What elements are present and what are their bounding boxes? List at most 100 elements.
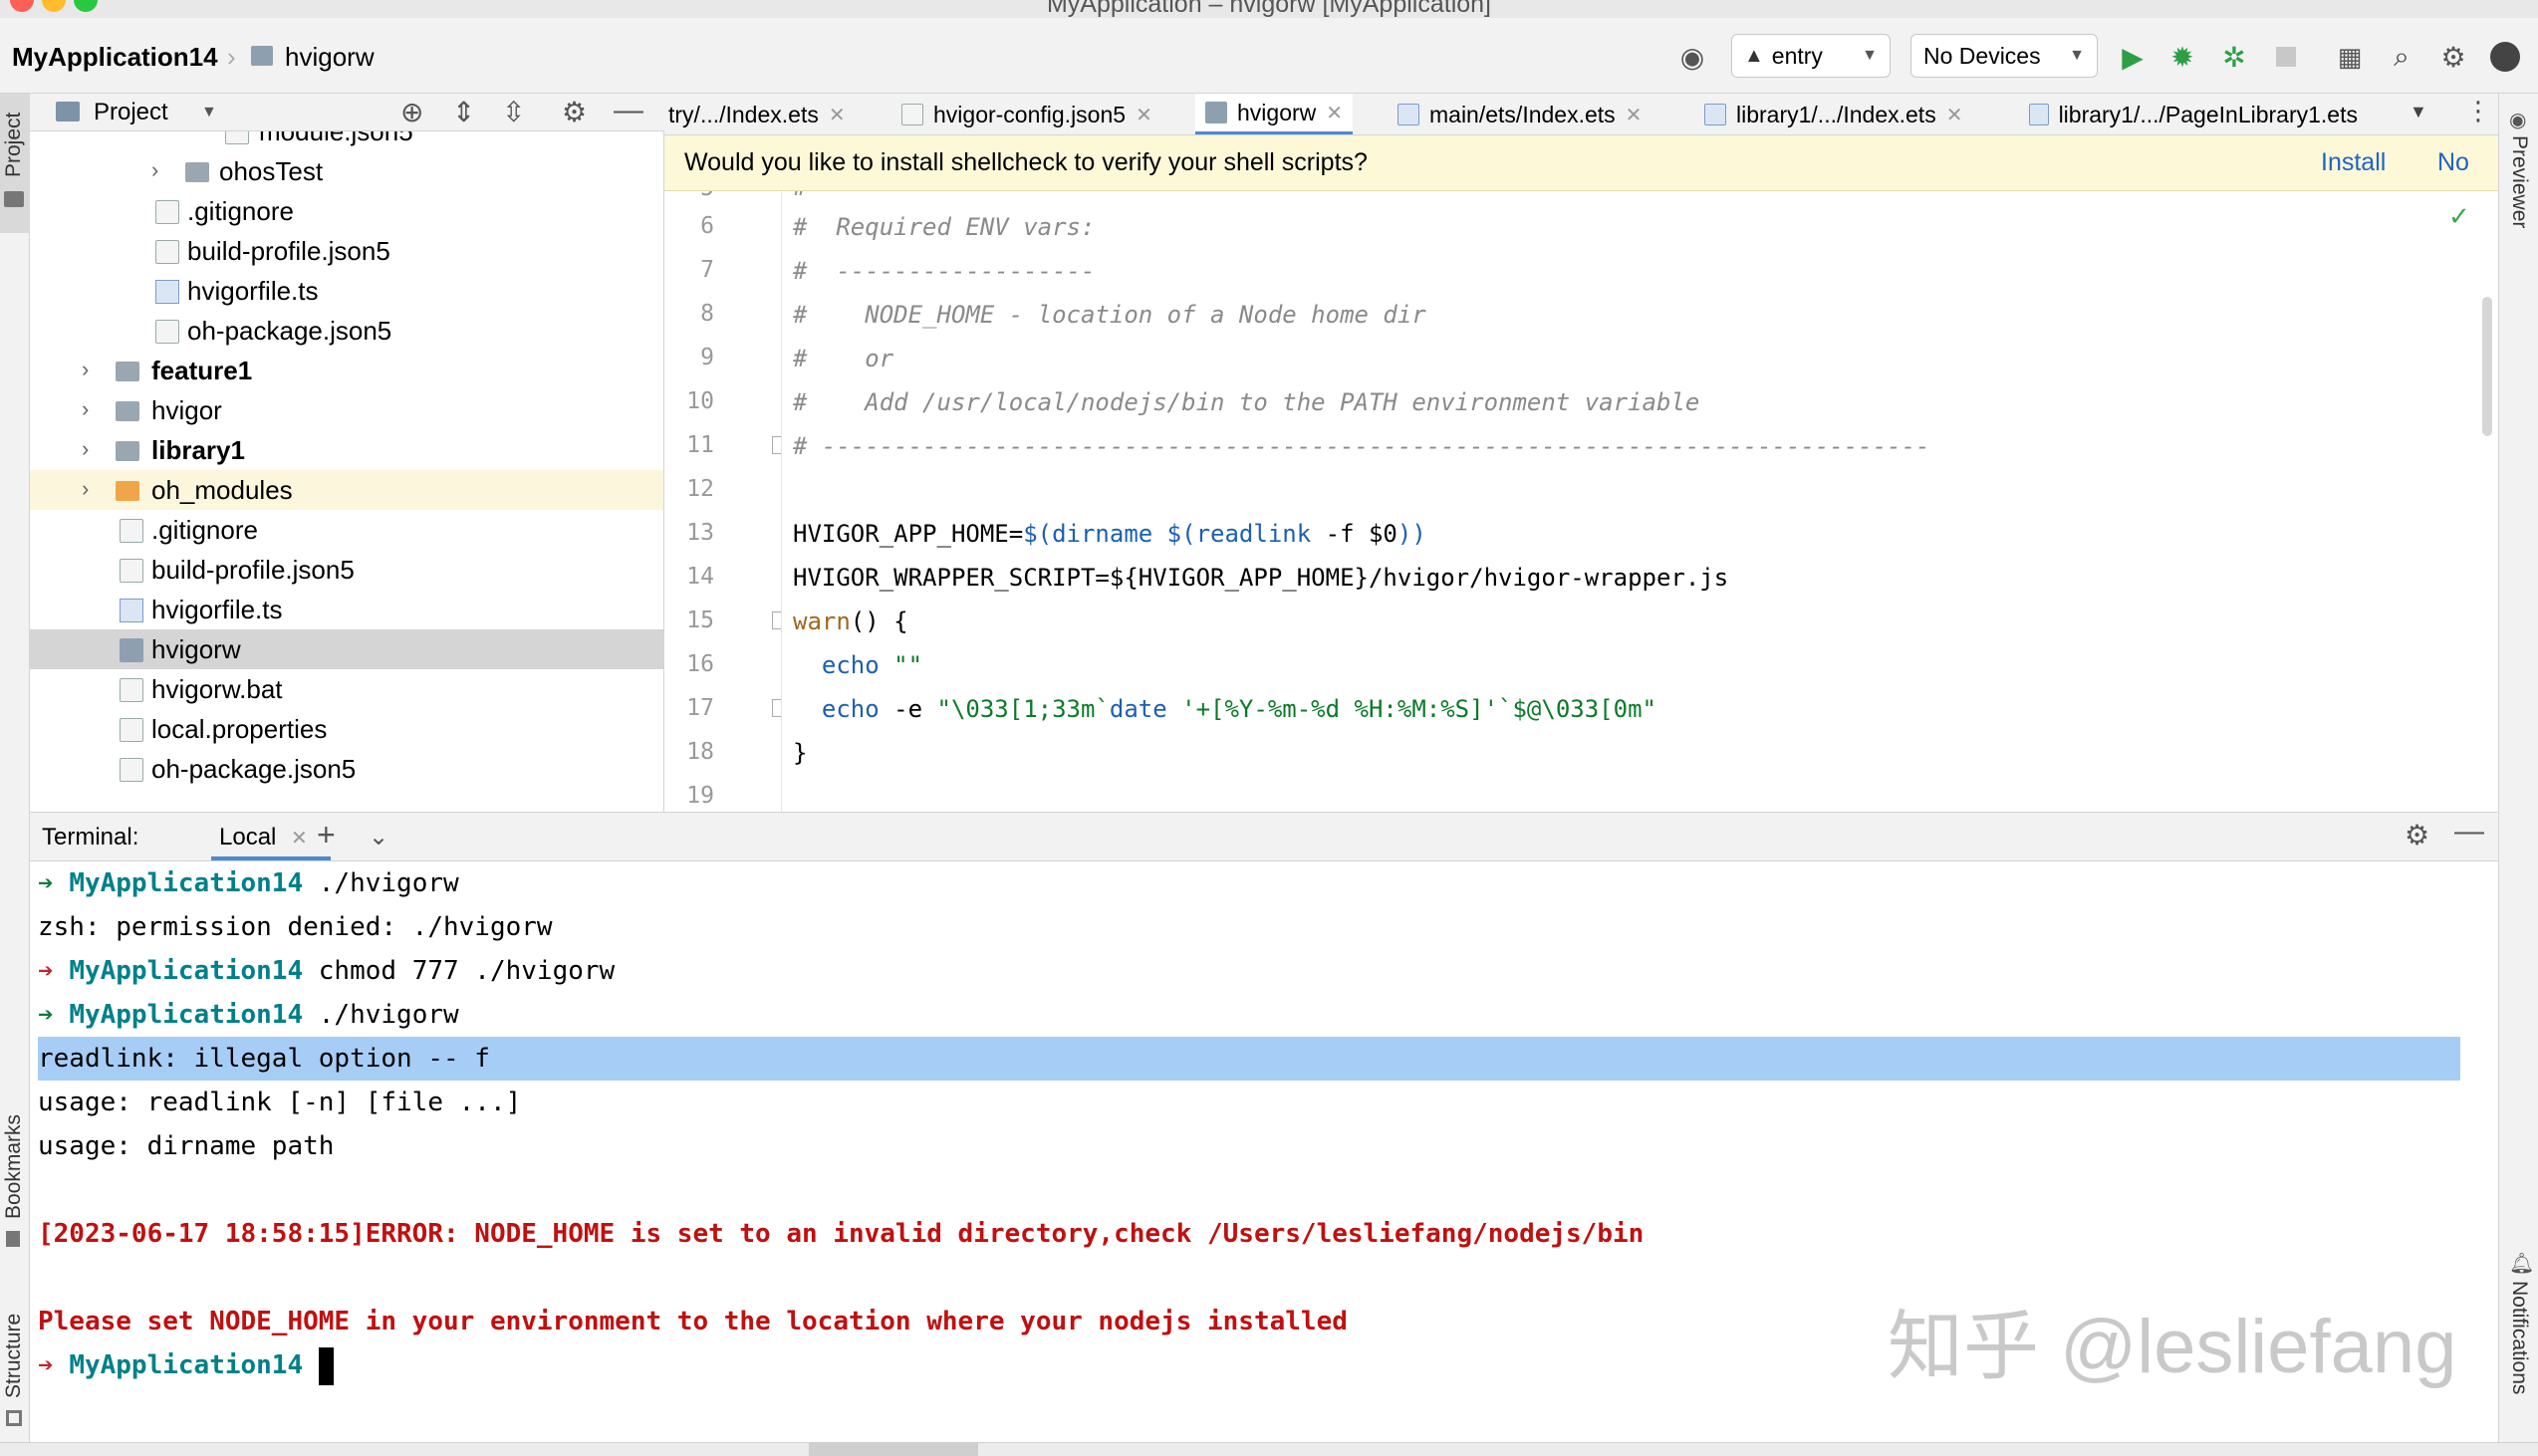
- scroll-thumb[interactable]: [2482, 297, 2492, 436]
- close-tab-icon[interactable]: ✕: [1626, 103, 1643, 127]
- ignore-file-icon: [155, 200, 179, 224]
- tree-item-root-gitignore[interactable]: .gitignore: [30, 510, 663, 550]
- project-tool-button[interactable]: Project: [0, 94, 30, 233]
- structure-tool-button[interactable]: Structure: [0, 1279, 30, 1428]
- hide-panel-icon[interactable]: —: [614, 94, 643, 127]
- tree-item-gitignore[interactable]: .gitignore: [30, 191, 663, 231]
- left-tool-stripe: Project Bookmarks Structure: [0, 94, 30, 1442]
- bookmarks-tool-button[interactable]: Bookmarks: [0, 1080, 30, 1249]
- close-tab-icon[interactable]: ✕: [1326, 101, 1343, 125]
- close-tab-icon[interactable]: ✕: [291, 826, 308, 850]
- close-tab-icon[interactable]: ✕: [829, 103, 846, 127]
- tree-item-root-build-profile[interactable]: build-profile.json5: [30, 550, 663, 590]
- project-view-title[interactable]: Project: [94, 99, 168, 126]
- chevron-down-icon[interactable]: ▼: [201, 104, 217, 121]
- tree-item-ohostest[interactable]: › ohosTest: [30, 151, 663, 191]
- account-icon[interactable]: [2488, 40, 2522, 74]
- chevron-right-icon[interactable]: ›: [82, 476, 89, 502]
- tree-item-hvigorw-selected[interactable]: hvigorw: [30, 629, 663, 669]
- chevron-right-icon[interactable]: ›: [82, 396, 89, 422]
- tree-item-root-hvigorfile[interactable]: hvigorfile.ts: [30, 590, 663, 629]
- tree-item-hvigorfile-ts[interactable]: hvigorfile.ts: [30, 271, 663, 311]
- chevron-down-icon[interactable]: ▼: [2410, 102, 2427, 122]
- line-number: 12: [686, 476, 714, 502]
- tab-hvigorw-active[interactable]: hvigorw ✕: [1195, 94, 1354, 134]
- tree-item-build-profile[interactable]: build-profile.json5: [30, 231, 663, 271]
- tab-library1-index-ets[interactable]: library1/.../Index.ets ✕: [1704, 94, 1963, 134]
- terminal-line: usage: readlink [-n] [file ...]: [38, 1088, 522, 1117]
- tree-item-oh-modules[interactable]: › oh_modules: [30, 470, 663, 510]
- line-number: 8: [700, 301, 714, 327]
- run-config-select[interactable]: ▲ entry ▼: [1731, 34, 1891, 78]
- line-number: 16: [686, 651, 714, 677]
- target-icon[interactable]: ◉: [1675, 40, 1709, 74]
- device-select[interactable]: No Devices ▼: [1910, 34, 2098, 78]
- project-structure-icon[interactable]: ▦: [2333, 40, 2367, 74]
- attach-debugger-icon[interactable]: ✲: [2217, 40, 2251, 74]
- status-widget[interactable]: [809, 1443, 978, 1456]
- close-tab-icon[interactable]: ✕: [1946, 103, 1963, 127]
- more-tabs-icon[interactable]: ⋮: [2465, 96, 2491, 126]
- terminal-settings-gear-icon[interactable]: ⚙: [2405, 819, 2429, 851]
- tree-item-hvigor[interactable]: › hvigor: [30, 390, 663, 430]
- expand-all-icon[interactable]: ⇕: [452, 96, 475, 128]
- json-file-icon: [155, 320, 179, 344]
- hide-terminal-icon[interactable]: —: [2454, 815, 2484, 849]
- line-number-gutter: 5 6 7 8 9 10 11 12 13 14 15 16 17 18 19: [664, 191, 782, 812]
- chevron-right-icon[interactable]: ›: [151, 157, 158, 183]
- status-bar: [0, 1442, 2538, 1456]
- chevron-down-icon[interactable]: ⌄: [369, 823, 388, 851]
- ignore-file-icon: [120, 519, 143, 543]
- tree-item-local-properties[interactable]: local.properties: [30, 709, 663, 749]
- config-icon: ▲: [1744, 44, 1764, 67]
- structure-icon: [6, 1410, 22, 1426]
- code-line: HVIGOR_APP_HOME=$(dirname $(readlink -f …: [793, 520, 1426, 548]
- tab-hvigor-config[interactable]: hvigor-config.json5 ✕: [901, 94, 1152, 134]
- panel-options-gear-icon[interactable]: ⚙: [562, 96, 587, 128]
- tab-index-ets-1[interactable]: try/.../Index.ets ✕: [668, 94, 846, 134]
- collapse-all-icon[interactable]: ⇳: [502, 96, 525, 128]
- chevron-right-icon[interactable]: ›: [82, 357, 89, 382]
- code-editor[interactable]: # # Required ENV vars: # ---------------…: [783, 191, 2476, 812]
- right-tool-stripe: ◉ Previewer 🔔︎ Notifications: [2498, 94, 2538, 1442]
- device-label: No Devices: [1923, 42, 2041, 69]
- tab-page-in-library1[interactable]: library1/.../PageInLibrary1.ets: [2029, 94, 2358, 134]
- close-tab-icon[interactable]: ✕: [1136, 103, 1152, 127]
- search-icon[interactable]: ⌕: [2385, 40, 2418, 74]
- shell-file-icon: [120, 638, 143, 662]
- tree-item-library1[interactable]: › library1: [30, 430, 663, 470]
- new-terminal-icon[interactable]: +: [317, 817, 336, 853]
- prompt-arrow-icon: ➔: [38, 868, 70, 898]
- stop-icon[interactable]: [2269, 40, 2303, 74]
- watermark: 知乎 @lesliefang: [1888, 1305, 2457, 1389]
- fold-marker-icon[interactable]: [772, 436, 781, 454]
- run-config-label: entry: [1771, 42, 1823, 69]
- previewer-tool-button[interactable]: ◉ Previewer: [2499, 104, 2538, 253]
- tree-item-oh-package[interactable]: oh-package.json5: [30, 311, 663, 351]
- tree-item-module-json5[interactable]: module.json5: [30, 131, 663, 151]
- no-link[interactable]: No: [2437, 148, 2469, 177]
- ets-file-icon: [1704, 104, 1726, 125]
- tree-item-root-oh-package[interactable]: oh-package.json5: [30, 749, 663, 789]
- chevron-right-icon[interactable]: ›: [82, 436, 89, 462]
- locate-file-icon[interactable]: ⊕: [400, 96, 423, 128]
- fold-marker-icon[interactable]: [772, 699, 781, 717]
- settings-gear-icon[interactable]: ⚙: [2436, 40, 2470, 74]
- fold-marker-icon[interactable]: [772, 611, 781, 629]
- editor-scrollbar[interactable]: [2474, 191, 2498, 812]
- shell-file-icon: [251, 46, 273, 66]
- tree-item-hvigorw-bat[interactable]: hvigorw.bat: [30, 669, 663, 709]
- breadcrumb-project[interactable]: MyApplication14: [12, 42, 218, 73]
- text-file-icon: [120, 678, 143, 702]
- breadcrumb-file[interactable]: hvigorw: [285, 42, 375, 73]
- line-number: 11: [686, 432, 714, 458]
- run-icon[interactable]: ▶: [2116, 40, 2150, 74]
- line-number: 13: [686, 520, 714, 546]
- tree-item-feature1[interactable]: › feature1: [30, 351, 663, 390]
- terminal-tab-local[interactable]: Local ✕: [211, 813, 331, 860]
- inspection-ok-icon[interactable]: ✓: [2448, 201, 2470, 232]
- debug-icon[interactable]: ✹: [2165, 40, 2199, 74]
- notifications-tool-button[interactable]: 🔔︎ Notifications: [2499, 1249, 2538, 1428]
- install-link[interactable]: Install: [2321, 148, 2386, 177]
- tab-main-index-ets[interactable]: main/ets/Index.ets ✕: [1397, 94, 1643, 134]
